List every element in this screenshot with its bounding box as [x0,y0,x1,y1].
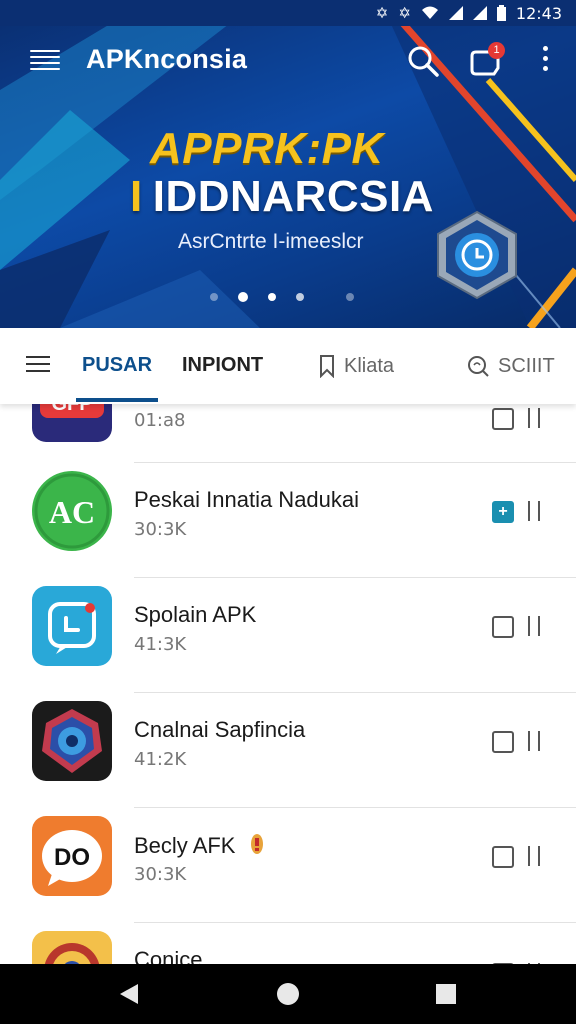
more-icon[interactable] [524,731,548,753]
app-size: 30:3K [134,519,187,540]
emblem-app-icon [32,931,112,964]
banner-heading: I IDDNARCSIA [130,172,434,222]
more-icon[interactable] [524,616,548,638]
search-icon[interactable] [406,44,440,78]
hero-banner: ✡ ✡ 12:43 APKnconsia 1 APPRK:PK I IDDNARC… [0,0,576,328]
tab-kliata[interactable]: Kliata [318,354,394,378]
banner-subtitle: AsrCntrte I-imeeslcr [178,230,364,253]
menu-icon[interactable] [26,356,50,374]
recents-icon[interactable] [435,983,457,1005]
system-nav-bar [0,964,576,1024]
signal-icon [472,6,487,20]
app-bar: APKnconsia 1 [0,26,576,96]
tab-inpiont[interactable]: INPIONT [182,354,263,377]
list-item[interactable]: Cnalnai Sapfincia 41:2K [0,693,576,808]
status-time: 12:43 [515,3,562,23]
app-size: 01:a8 [134,410,186,431]
notification-badge: 1 [488,42,505,59]
svg-text:DO: DO [54,844,90,871]
tab-label: SCIIIT [498,354,555,377]
status-bar: ✡ ✡ 12:43 [0,0,576,26]
slide-dot-active[interactable] [238,292,248,302]
bluetooth-icon: ✡ [375,4,389,22]
download-button[interactable] [492,846,514,868]
search-icon [468,356,489,377]
bookmark-icon [320,355,334,378]
download-button[interactable] [492,408,514,430]
slide-dot[interactable] [296,293,304,301]
list-item[interactable]: GFP 01:a8 [0,404,576,463]
list-item[interactable]: DO Becly AFK 30:3K [0,808,576,923]
app-name: Cnalnai Sapfincia [134,717,306,742]
app-name: Peskai Innatia Nadukai [134,487,360,512]
more-icon[interactable] [524,846,548,868]
more-icon[interactable] [524,501,548,523]
tab-sciiit[interactable]: SCIIIT [466,354,555,378]
download-button[interactable] [492,616,514,638]
list-item[interactable]: Spolain APK 41:3K [0,578,576,693]
banner-pagination [210,292,354,302]
banner-accent: I [130,172,143,221]
more-vert-icon[interactable] [538,46,552,76]
app-size: 30:3K [134,864,187,885]
add-button[interactable]: + [492,501,514,523]
wifi-icon [421,6,438,19]
shield-app-icon [32,701,112,781]
tab-label: Kliata [344,354,395,377]
banner-heading-text: IDDNARCSIA [152,172,434,221]
app-size: 41:2K [134,749,187,770]
slide-dot[interactable] [210,293,218,301]
ac-app-icon: AC [32,471,112,551]
app-name-text: Becly AFK [134,833,236,858]
active-tab-indicator [76,398,158,402]
app-name: Becly AFK [134,832,264,859]
svg-text:GFP: GFP [51,404,92,415]
home-icon[interactable] [276,982,300,1006]
warning-icon [250,834,263,854]
more-icon[interactable] [524,408,548,430]
tab-pusar[interactable]: PUSAR [82,354,152,377]
app-title: APKnconsia [86,44,248,74]
banner-title: APPRK:PK [150,124,384,173]
battery-icon [496,5,506,21]
gfp-app-icon: GFP [32,404,112,442]
list-item[interactable]: Conice [0,923,576,964]
list-item[interactable]: AC Peskai Innatia Nadukai 30:3K + [0,463,576,578]
app-name: Spolain APK [134,602,257,627]
slide-dot[interactable] [346,293,354,301]
messenger-app-icon [32,586,112,666]
app-size: 41:3K [134,634,187,655]
do-chat-app-icon: DO [32,816,112,896]
menu-icon[interactable] [30,50,60,72]
download-button[interactable] [492,731,514,753]
app-name: Conice [134,947,203,964]
svg-text:AC: AC [49,494,95,530]
tab-bar: PUSAR INPIONT Kliata SCIIIT [0,328,576,404]
app-list: GFP 01:a8 AC Peskai Innatia Nadukai 30:3… [0,404,576,964]
slide-dot[interactable] [268,293,276,301]
back-icon[interactable] [118,982,140,1006]
bluetooth-icon: ✡ [398,4,411,22]
signal-icon [448,6,463,20]
banner-badge-icon [437,210,517,300]
